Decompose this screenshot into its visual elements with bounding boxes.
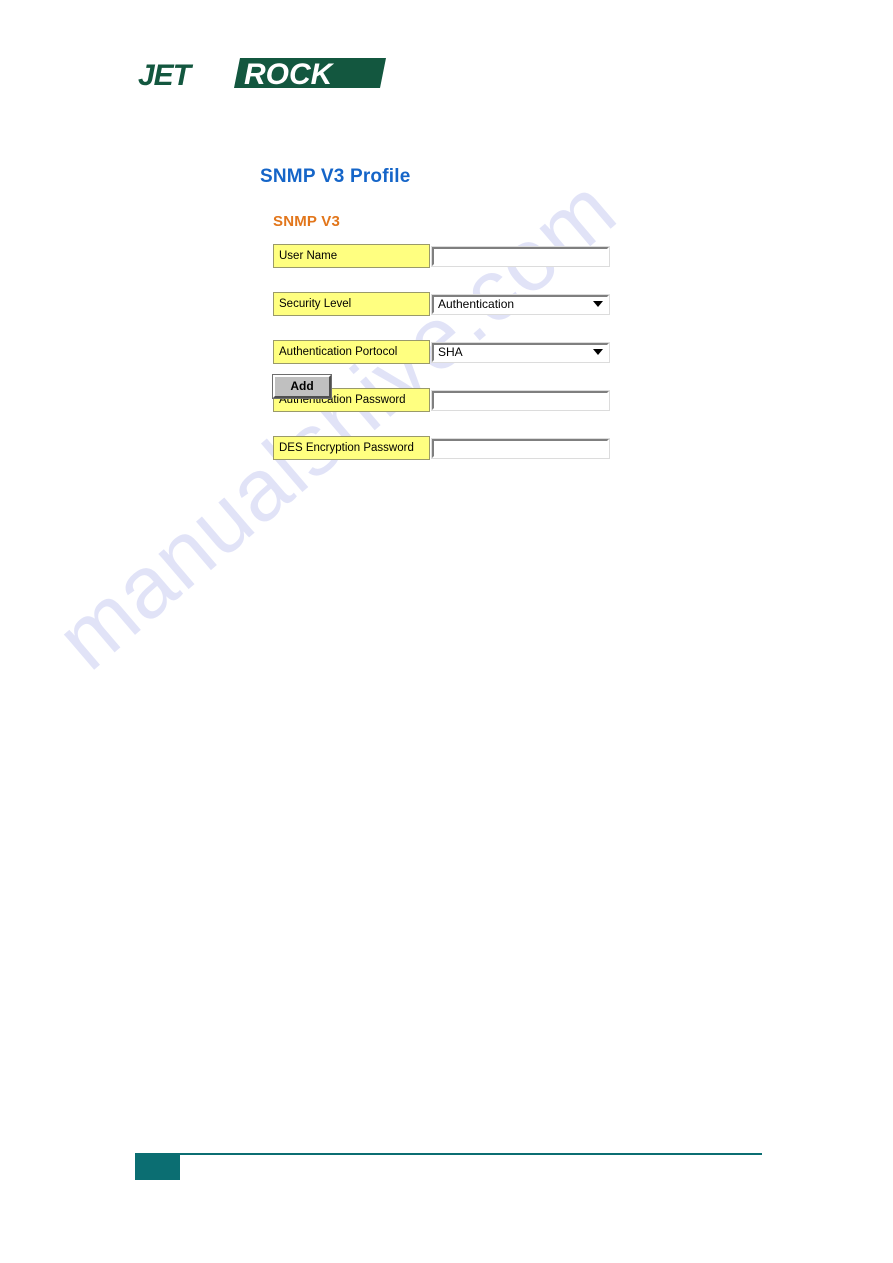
label-security-level: Security Level	[273, 292, 430, 316]
row-gap	[273, 268, 430, 292]
field-user-name-cell	[430, 244, 610, 268]
add-button[interactable]: Add	[272, 374, 332, 399]
jetrock-logo: JET ROCK	[136, 52, 386, 94]
field-authentication-password-cell	[430, 388, 610, 412]
field-des-encryption-password-cell	[430, 436, 610, 460]
page-title: SNMP V3 Profile	[260, 166, 411, 187]
des-encryption-password-input[interactable]	[431, 437, 610, 459]
table-row: User Name	[273, 244, 610, 268]
security-level-select[interactable]: Authentication	[431, 293, 610, 315]
snmpv3-form-table: User Name Security Level Authentication …	[273, 244, 610, 460]
authentication-password-input[interactable]	[431, 389, 610, 411]
table-row: Security Level Authentication	[273, 292, 610, 316]
svg-text:ROCK: ROCK	[244, 58, 335, 91]
table-row: Authentication Portocol SHA	[273, 340, 610, 364]
label-user-name: User Name	[273, 244, 430, 268]
row-gap	[430, 316, 610, 340]
table-row: DES Encryption Password	[273, 436, 610, 460]
chevron-down-icon[interactable]	[589, 297, 606, 311]
footer-divider	[135, 1153, 762, 1155]
row-gap	[430, 412, 610, 436]
section-title: SNMP V3	[273, 213, 340, 230]
row-gap	[430, 364, 610, 388]
security-level-value: Authentication	[438, 296, 515, 311]
row-gap	[273, 412, 430, 436]
svg-text:JET: JET	[138, 59, 194, 92]
label-authentication-protocol: Authentication Portocol	[273, 340, 430, 364]
authentication-protocol-value: SHA	[438, 344, 463, 359]
field-authentication-protocol-cell: SHA	[430, 340, 610, 364]
field-security-level-cell: Authentication	[430, 292, 610, 316]
user-name-input[interactable]	[431, 245, 610, 267]
label-des-encryption-password: DES Encryption Password	[273, 436, 430, 460]
authentication-protocol-select[interactable]: SHA	[431, 341, 610, 363]
chevron-down-icon[interactable]	[589, 345, 606, 359]
row-gap	[273, 316, 430, 340]
footer-block	[135, 1155, 180, 1180]
row-gap	[430, 268, 610, 292]
